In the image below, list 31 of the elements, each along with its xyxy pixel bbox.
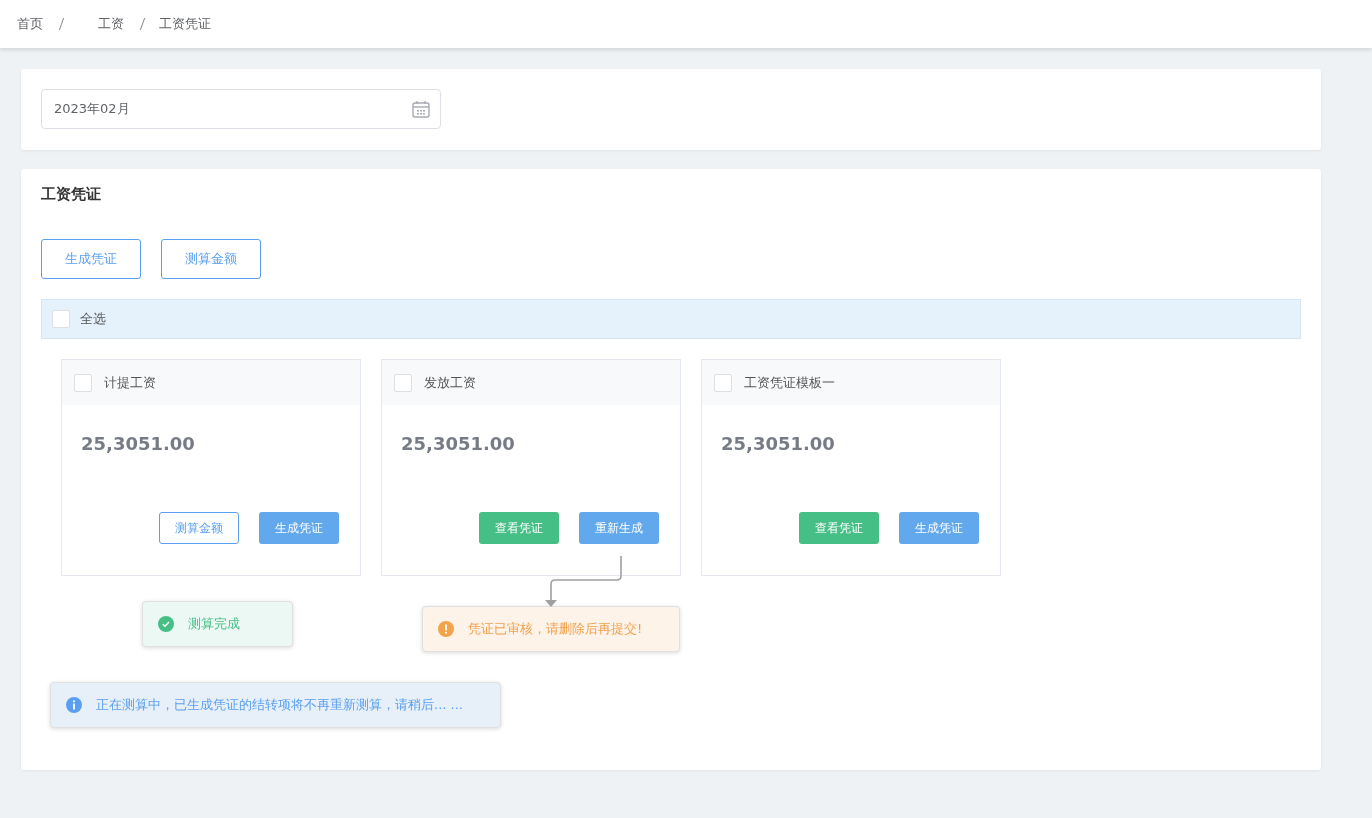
card-button[interactable]: 生成凭证 <box>899 512 979 544</box>
exclamation-circle-icon <box>438 621 454 637</box>
card-button[interactable]: 生成凭证 <box>259 512 339 544</box>
checkbox[interactable] <box>52 310 70 328</box>
amount-text: 25,3051.00 <box>720 432 836 456</box>
breadcrumb-link[interactable]: 首页 <box>17 15 43 33</box>
message-text: 正在测算中，已生成凭证的结转项将不再重新测算，请稍后... ... <box>96 696 463 714</box>
card-title: 计提工资 <box>104 373 156 392</box>
card-button[interactable]: 测算金额 <box>159 512 239 544</box>
message-text: 测算完成 <box>188 615 240 633</box>
amount-text: 25,3051.00 <box>80 432 196 456</box>
card-title: 工资凭证模板一 <box>744 373 835 392</box>
action-button[interactable]: 测算金额 <box>161 239 261 279</box>
date-picker-field[interactable]: 2023年02月 <box>41 89 441 129</box>
amount-text: 25,3051.00 <box>400 432 516 456</box>
checkbox[interactable] <box>394 373 412 392</box>
select-all-label: 全选 <box>80 310 106 328</box>
checkbox[interactable] <box>74 373 92 392</box>
check-circle-icon <box>158 616 174 632</box>
calendar-icon[interactable] <box>411 99 431 119</box>
card-title: 发放工资 <box>424 373 476 392</box>
card-button[interactable]: 查看凭证 <box>479 512 559 544</box>
breadcrumb-link[interactable]: 工资 <box>98 15 124 33</box>
info-circle-icon <box>66 697 82 713</box>
card-button[interactable]: 重新生成 <box>579 512 659 544</box>
message-text: 凭证已审核，请删除后再提交! <box>468 620 643 638</box>
breadcrumb-link[interactable]: 工资凭证 <box>159 15 211 33</box>
action-button[interactable]: 生成凭证 <box>41 239 141 279</box>
card-button[interactable]: 查看凭证 <box>799 512 879 544</box>
checkbox[interactable] <box>714 373 732 392</box>
panel-title: 工资凭证 <box>41 185 102 205</box>
